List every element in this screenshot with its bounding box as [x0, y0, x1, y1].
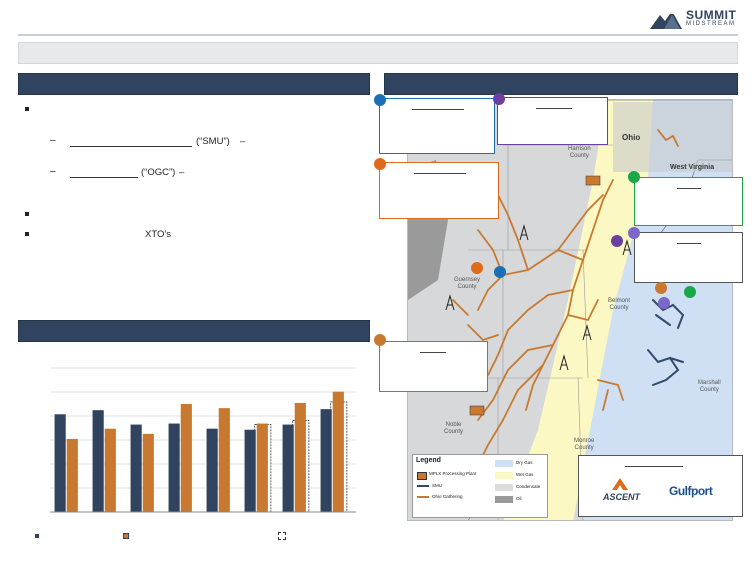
- bar-chart: [50, 367, 356, 513]
- bar-series-1-8: [320, 409, 332, 512]
- county-label-belmont: Belmont County: [608, 298, 631, 311]
- legend-swatch-condensate: [495, 484, 513, 491]
- legend-label-wet-gas: Wet Gas: [516, 472, 534, 477]
- callout-green: [634, 177, 743, 226]
- marker-dot-blue-map: [494, 266, 506, 278]
- bar-series-1-6: [244, 429, 256, 512]
- entity-abbrev-ogc: (“OGC”): [141, 167, 176, 178]
- map-legend-title: Legend: [416, 457, 441, 464]
- callout-tan: [379, 341, 488, 392]
- entity-name-underline: [70, 177, 138, 178]
- callout-lavender: [634, 232, 743, 283]
- callout-orange: [379, 162, 499, 219]
- marker-dot-lavender-map: [658, 297, 670, 309]
- bullet-marker: [25, 232, 29, 236]
- legend-icon-plant: [417, 472, 427, 480]
- bullet-text-xto: XTO’s: [145, 229, 172, 240]
- callout-purple: [497, 97, 608, 145]
- callout-blue: [379, 98, 495, 154]
- partners-box: ASCENT Gulfport: [578, 455, 743, 517]
- bar-series-2-7: [294, 402, 306, 512]
- legend-label-plant: MPLX Processing Plant: [429, 471, 477, 476]
- entity-abbrev-smu: (“SMU”): [196, 136, 230, 147]
- entity-trail-dash: –: [240, 136, 246, 147]
- bar-series-1-7: [282, 424, 294, 512]
- marker-dot-green: [628, 171, 640, 183]
- marker-dot-purple-map: [611, 235, 623, 247]
- bar-series-2-8: [332, 391, 344, 512]
- brand-subname: MIDSTREAM: [686, 21, 736, 27]
- bar-series-1-3: [130, 424, 142, 512]
- gulfport-logo-text: Gulfport: [669, 484, 713, 498]
- bar-series-2-5: [218, 408, 230, 512]
- bullet-marker: [25, 107, 29, 111]
- legend-swatch-wet-gas: [495, 472, 513, 479]
- bar-series-1-4: [168, 423, 180, 512]
- bar-series-2-6: [256, 423, 268, 512]
- marker-dot-purple: [493, 93, 505, 105]
- legend-label-smu: SMU: [432, 483, 442, 488]
- bar-series-2-1: [66, 438, 78, 512]
- header-rule: [18, 34, 738, 36]
- section-header-chart: [18, 320, 370, 342]
- section-header-left: [18, 73, 370, 95]
- summit-logo: SUMMIT MIDSTREAM: [650, 5, 745, 31]
- state-label-west-virginia: West Virginia: [670, 164, 715, 171]
- marker-dot-tan: [374, 334, 386, 346]
- marker-dot-orange-map: [471, 262, 483, 274]
- bar-series-1-5: [206, 428, 218, 512]
- marker-dot-tan-map: [655, 282, 667, 294]
- partners-title-underline: [625, 466, 683, 467]
- marker-dot-blue: [374, 94, 386, 106]
- legend-swatch-oil: [495, 496, 513, 503]
- county-label-monroe: Monroe County: [574, 438, 595, 451]
- legend-label-ohio-gathering: Ohio Gathering: [432, 494, 463, 499]
- ascent-logo-icon: [612, 478, 628, 490]
- legend-marker-series-2: [123, 533, 129, 539]
- marker-dot-orange: [374, 158, 386, 170]
- legend-marker-series-3: [278, 532, 286, 540]
- legend-label-dry-gas: Dry Gas: [516, 460, 533, 465]
- legend-marker-series-1: [35, 534, 39, 538]
- sub-bullet-dash: –: [50, 135, 56, 146]
- marker-dot-green-map: [684, 286, 696, 298]
- entity-name-underline: [70, 146, 192, 147]
- county-label-marshall: Marshall County: [698, 380, 721, 393]
- bar-series-2-2: [104, 428, 116, 512]
- map-legend: Legend MPLX Processing Plant SMU Ohio Ga…: [412, 454, 548, 518]
- legend-swatch-dry-gas: [495, 460, 513, 467]
- county-label-harrison: Harrison County: [568, 146, 591, 159]
- bar-series-1-2: [92, 410, 104, 512]
- title-bar: [18, 42, 738, 64]
- entity-trail-dash: –: [179, 167, 185, 178]
- brand-name: SUMMIT: [686, 8, 737, 22]
- legend-label-condensate: Condensate: [516, 484, 541, 489]
- county-label-guernsey: Guernsey County: [454, 277, 481, 290]
- legend-swatch-ohio-gathering: [417, 496, 429, 498]
- bar-series-2-4: [180, 404, 192, 512]
- section-header-map: [384, 73, 738, 95]
- legend-swatch-smu: [417, 485, 429, 487]
- state-label-ohio: Ohio: [622, 133, 641, 142]
- bar-series-1-1: [54, 414, 66, 512]
- sub-bullet-dash: –: [50, 166, 56, 177]
- county-label-noble: Noble County: [444, 422, 464, 435]
- bullet-marker: [25, 212, 29, 216]
- ascent-logo-text: ASCENT: [603, 492, 641, 502]
- legend-label-oil: Oil: [516, 496, 522, 501]
- bar-series-2-3: [142, 433, 154, 512]
- marker-dot-lavender: [628, 227, 640, 239]
